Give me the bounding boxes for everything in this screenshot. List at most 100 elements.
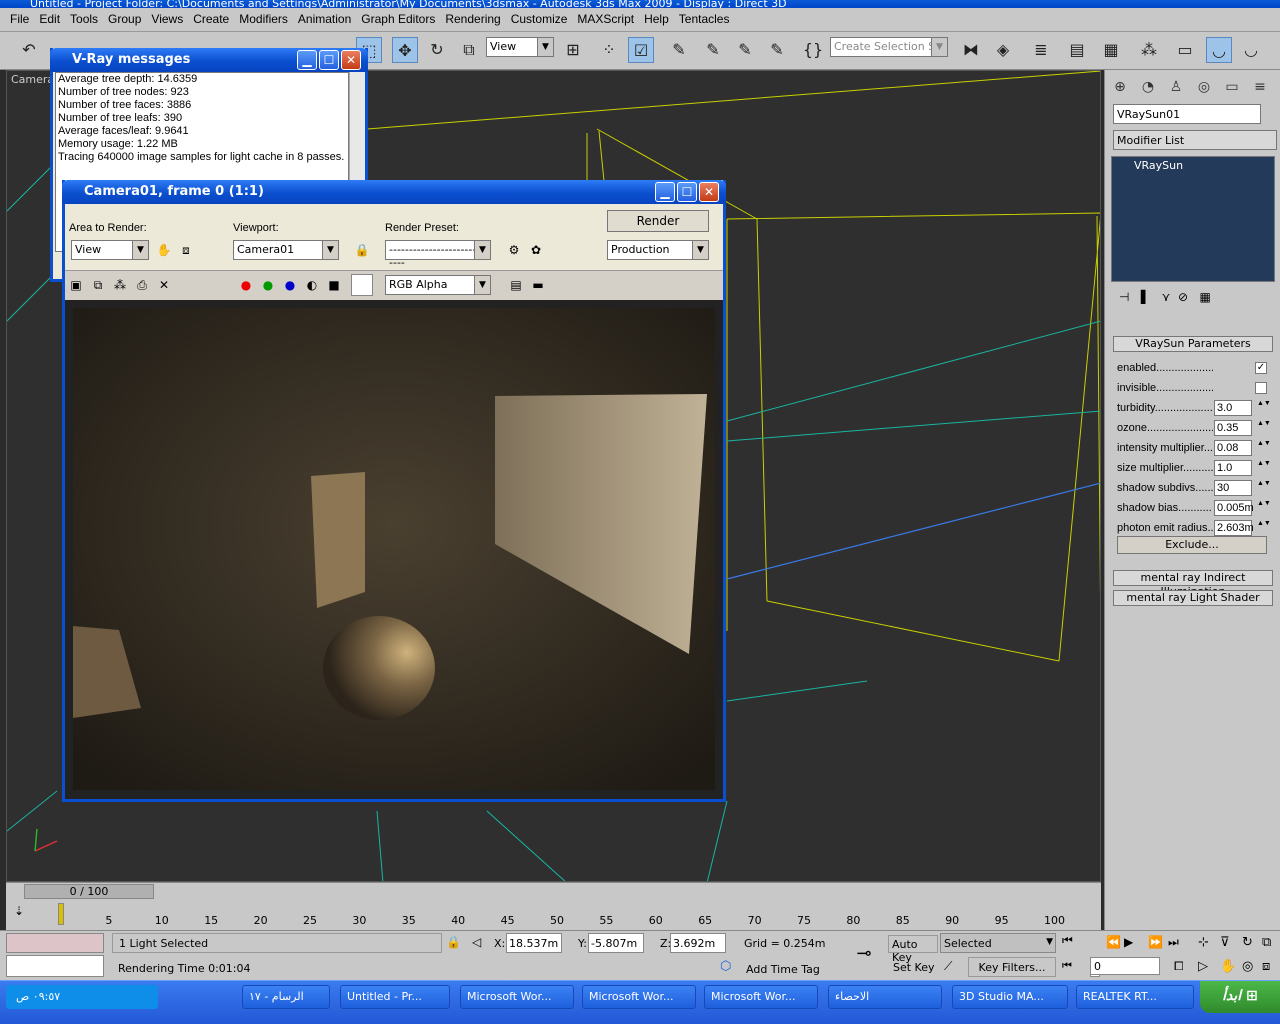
render-button[interactable]: Render <box>607 210 709 232</box>
vraysun-parameters-rollout[interactable]: VRaySun Parameters <box>1113 336 1273 352</box>
menu-tools[interactable]: Tools <box>65 8 103 26</box>
reference-coord-dropdown[interactable]: View ▼ <box>486 37 554 57</box>
taskbar-word-3[interactable]: Microsoft Wor... <box>704 985 818 1009</box>
maxscript-listener-pink[interactable] <box>6 933 104 953</box>
size-field[interactable]: 1.0 <box>1214 460 1252 476</box>
menu-graph-editors[interactable]: Graph Editors <box>356 8 440 26</box>
pin-stack-icon[interactable]: ⊣ <box>1119 290 1129 304</box>
spinner-icon[interactable]: ▲▼ <box>1257 480 1271 496</box>
curve-editor-icon[interactable]: ▤ <box>1064 37 1090 63</box>
menu-help[interactable]: Help <box>639 8 674 26</box>
prev-frame-icon[interactable]: ⏪ <box>1106 935 1121 949</box>
play-icon[interactable]: ▶ <box>1124 935 1133 949</box>
save-icon[interactable]: ▣ <box>67 276 85 294</box>
angle-snap-icon[interactable]: ✎ <box>700 37 726 63</box>
menu-animation[interactable]: Animation <box>293 8 356 26</box>
zoom-all-icon[interactable]: ⊽ <box>1220 935 1230 950</box>
shadow-bias-field[interactable]: 0.005m <box>1214 500 1254 516</box>
dolly-icon[interactable]: ▷ <box>1198 959 1208 974</box>
set-key-button[interactable]: Set Key <box>890 959 938 977</box>
quick-render-icon[interactable]: ◡ <box>1238 37 1264 63</box>
maximize-icon[interactable]: ☐ <box>677 182 697 202</box>
key-mode-toggle-icon[interactable]: ⏮ <box>1062 959 1072 973</box>
blue-channel-icon[interactable]: ● <box>281 276 299 294</box>
spinner-icon[interactable]: ▲▼ <box>1257 400 1271 416</box>
pivot-icon[interactable]: ⊞ <box>560 37 586 63</box>
motion-tab-icon[interactable]: ◎ <box>1193 76 1215 98</box>
modifier-list-dropdown[interactable]: Modifier List <box>1113 130 1277 150</box>
keyboard-shortcut-icon[interactable]: ☑ <box>628 37 654 63</box>
render-mode-dropdown[interactable]: Production ▼ <box>607 240 709 260</box>
lock-selection-icon[interactable]: 🔒 <box>446 935 461 949</box>
move-icon[interactable]: ✥ <box>392 37 418 63</box>
show-end-result-icon[interactable]: ▌ <box>1141 290 1150 304</box>
ozone-field[interactable]: 0.35 <box>1214 420 1252 436</box>
schematic-view-icon[interactable]: ▦ <box>1098 37 1124 63</box>
snap-icon[interactable]: ✎ <box>666 37 692 63</box>
material-editor-icon[interactable]: ⁂ <box>1136 37 1162 63</box>
minimize-icon[interactable]: ▁ <box>655 182 675 202</box>
area-to-render-dropdown[interactable]: View ▼ <box>71 240 149 260</box>
align-icon[interactable]: ◈ <box>990 37 1016 63</box>
make-unique-icon[interactable]: ⋎ <box>1162 290 1171 304</box>
zoom-icon[interactable]: ⊹ <box>1198 935 1209 950</box>
spinner-icon[interactable]: ▲▼ <box>1257 520 1271 536</box>
undo-icon[interactable]: ↶ <box>16 37 42 63</box>
menu-file[interactable]: File <box>0 8 34 26</box>
menu-maxscript[interactable]: MAXScript <box>572 8 639 26</box>
copy-icon[interactable]: ⧉ <box>89 276 107 294</box>
toggle-ui-icon[interactable]: ▬ <box>529 276 547 294</box>
percent-snap-icon[interactable]: ✎ <box>732 37 758 63</box>
layer-manager-icon[interactable]: ≣ <box>1028 37 1054 63</box>
menu-tentacles[interactable]: Tentacles <box>674 8 735 26</box>
lock-icon[interactable]: 🔒 <box>353 241 371 259</box>
hierarchy-tab-icon[interactable]: ♙ <box>1165 76 1187 98</box>
print-icon[interactable]: ⎙ <box>133 276 151 294</box>
time-tag-icon[interactable]: ⬡ <box>720 959 731 974</box>
maxscript-listener-white[interactable] <box>6 955 104 977</box>
utilities-tab-icon[interactable]: ≡ <box>1249 76 1271 98</box>
time-config-icon[interactable]: ⧠ <box>1174 959 1184 974</box>
menu-create[interactable]: Create <box>188 8 234 26</box>
configure-sets-icon[interactable]: ▦ <box>1200 290 1211 304</box>
absolute-mode-icon[interactable]: ◁ <box>472 935 481 949</box>
display-tab-icon[interactable]: ▭ <box>1221 76 1243 98</box>
render-setup-icon[interactable]: ⚙ <box>505 241 523 259</box>
spinner-icon[interactable]: ▲▼ <box>1257 440 1271 456</box>
default-tangents-icon[interactable]: ⟋ <box>944 959 952 974</box>
object-name-field[interactable]: VRaySun01 <box>1113 104 1261 124</box>
start-button[interactable]: ابدأ ⊞ <box>1200 981 1280 1013</box>
menu-group[interactable]: Group <box>103 8 146 26</box>
taskbar-paint[interactable]: الرسام - ١٧ <box>242 985 330 1009</box>
viewport-dropdown[interactable]: Camera01 ▼ <box>233 240 339 260</box>
menu-customize[interactable]: Customize <box>506 8 573 26</box>
enabled-checkbox[interactable]: ✓ <box>1255 362 1267 374</box>
render-frame-icon[interactable]: ◡ <box>1206 37 1232 63</box>
region-icon[interactable]: ⧈ <box>177 241 195 259</box>
frame-window-titlebar[interactable]: Camera01, frame 0 (1:1) <box>62 180 726 204</box>
menu-views[interactable]: Views <box>146 8 188 26</box>
taskbar-realtek[interactable]: REALTEK RT... <box>1076 985 1194 1009</box>
intensity-field[interactable]: 0.08 <box>1214 440 1252 456</box>
named-selection-dropdown[interactable]: Create Selection Se ▼ <box>830 37 948 57</box>
orbit-icon[interactable]: ↻ <box>1242 935 1253 950</box>
minimize-icon[interactable]: ▁ <box>297 50 317 70</box>
x-coordinate-field[interactable]: 18.537m <box>506 933 562 953</box>
add-time-tag-button[interactable]: Add Time Tag <box>742 961 832 979</box>
spinner-snap-icon[interactable]: ✎ <box>764 37 790 63</box>
track-bar[interactable]: ⇣ 5 10 15 20 25 30 35 40 45 50 55 60 65 70 75 80 85 90 95 1… <box>6 900 1101 930</box>
render-preset-dropdown[interactable]: ---------------------------- ▼ <box>385 240 491 269</box>
spinner-icon[interactable]: ▲▼ <box>1257 420 1271 436</box>
next-frame-icon[interactable]: ⏩ <box>1148 935 1163 949</box>
clone-icon[interactable]: ⁂ <box>111 276 129 294</box>
clear-icon[interactable]: ✕ <box>155 276 173 294</box>
maximize-icon[interactable]: ☐ <box>319 50 339 70</box>
mono-icon[interactable]: ■ <box>325 276 343 294</box>
auto-key-button[interactable]: Auto Key <box>888 935 938 964</box>
turbidity-field[interactable]: 3.0 <box>1214 400 1252 416</box>
key-filters-button[interactable]: Key Filters... <box>968 957 1056 977</box>
edit-named-sets-icon[interactable]: {} <box>800 37 826 63</box>
hand-icon[interactable]: ✋ <box>155 241 173 259</box>
close-icon[interactable]: ✕ <box>699 182 719 202</box>
red-channel-icon[interactable]: ● <box>237 276 255 294</box>
